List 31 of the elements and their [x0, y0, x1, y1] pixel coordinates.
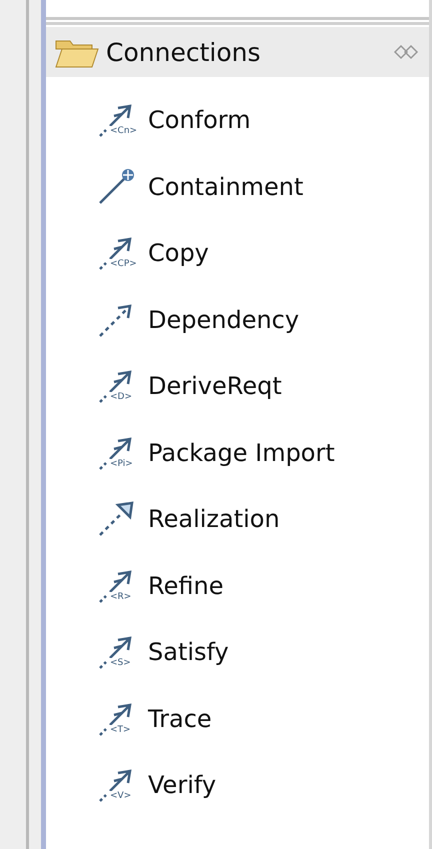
palette-tool[interactable]: <D> DeriveReqt: [96, 353, 429, 420]
pin-icon[interactable]: [393, 43, 419, 61]
stereotype-label: <T>: [110, 724, 131, 735]
tool-label: Conform: [148, 106, 251, 134]
palette-tool[interactable]: <T> Trace: [96, 686, 429, 752]
palette-tool[interactable]: <S> Satisfy: [96, 619, 429, 686]
palette-tool[interactable]: <Cn> Conform: [96, 87, 429, 154]
drawer-header[interactable]: Connections: [46, 27, 429, 77]
tool-label: Realization: [148, 505, 280, 534]
tool-label: Trace: [148, 704, 212, 733]
palette-tool[interactable]: <Pi> Package Import: [96, 420, 429, 486]
palette-tool[interactable]: <R> Refine: [96, 552, 429, 619]
stereotype-label: <Cn>: [110, 126, 138, 136]
stereotype-label: <S>: [110, 658, 131, 668]
tool-label: Refine: [148, 572, 224, 600]
palette-tool[interactable]: <CP> Copy: [96, 220, 429, 286]
stereotype-label: <CP>: [110, 259, 137, 270]
tool-label: Containment: [148, 172, 304, 201]
palette-tool[interactable]: <V> Verify: [96, 752, 429, 818]
tool-label: Verify: [148, 771, 216, 800]
tool-label: Dependency: [148, 306, 300, 334]
palette-tool[interactable]: Realization: [96, 486, 429, 552]
tool-label: Package Import: [148, 438, 335, 467]
tool-label: DeriveReqt: [148, 372, 282, 400]
drawer-title: Connections: [106, 38, 262, 66]
palette-tool[interactable]: Containment: [96, 154, 429, 220]
tool-label: Satisfy: [148, 638, 229, 666]
tool-label: Copy: [148, 239, 209, 268]
stereotype-label: <R>: [110, 592, 132, 602]
palette-tool[interactable]: Dependency: [96, 286, 429, 353]
stereotype-label: <Pi>: [110, 458, 133, 469]
